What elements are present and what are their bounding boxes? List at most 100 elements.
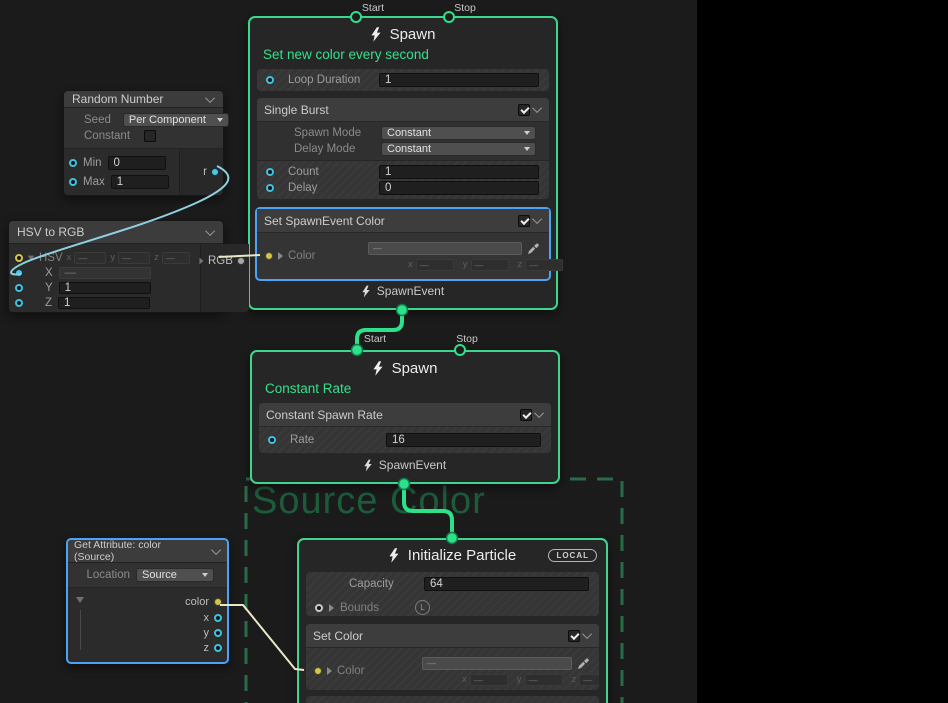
constant-checkbox[interactable]: [144, 130, 156, 142]
node-subtitle: Constant Rate: [252, 379, 558, 399]
constant-spawn-rate-block[interactable]: Constant Spawn Rate Rate 16: [259, 403, 551, 453]
node-title: Initialize Particle: [408, 547, 516, 564]
vfx-graph-canvas[interactable]: Source Color Spawn Set new color every s…: [0, 0, 948, 703]
seed-dropdown[interactable]: Per Component: [123, 113, 229, 127]
lightning-icon: [373, 361, 383, 376]
set-color-block[interactable]: Set Color Color — x— y—: [306, 624, 599, 689]
expand-triangle-icon[interactable]: [199, 258, 203, 264]
chevron-down-icon[interactable]: [211, 545, 221, 555]
single-burst-block[interactable]: Single Burst Spawn Mode Constant Delay M…: [257, 98, 549, 199]
set-spawnevent-color-enabled-checkbox[interactable]: [518, 215, 530, 227]
set-color-input-port[interactable]: [314, 667, 322, 675]
hsv-x-port[interactable]: [15, 269, 23, 277]
expand-triangle-icon[interactable]: [329, 604, 334, 612]
chevron-down-icon[interactable]: [582, 629, 592, 639]
bounds-port[interactable]: [315, 604, 323, 612]
delay-label: Delay: [288, 182, 317, 194]
loop-duration-label: Loop Duration: [288, 74, 360, 86]
x-output-port[interactable]: [214, 614, 222, 622]
capacity-label: Capacity: [349, 578, 394, 590]
expand-triangle-icon[interactable]: [278, 252, 283, 260]
hsv-y-port[interactable]: [15, 284, 23, 292]
loop-duration-field[interactable]: 1: [379, 73, 539, 87]
spawnevent-color-input-port[interactable]: [265, 252, 273, 260]
capacity-field[interactable]: 64: [424, 577, 589, 591]
delay-field[interactable]: 0: [379, 181, 539, 195]
color-output-port[interactable]: [214, 598, 222, 606]
y-output-port[interactable]: [214, 629, 222, 637]
set-color-label: Color: [337, 665, 364, 677]
local-space-badge[interactable]: LOCAL: [548, 549, 597, 562]
count-port[interactable]: [266, 168, 274, 176]
chevron-down-icon[interactable]: [534, 408, 544, 418]
spawn-context-1[interactable]: Spawn Set new color every second Loop Du…: [248, 16, 558, 310]
count-label: Count: [288, 166, 319, 178]
lightning-icon: [371, 27, 381, 42]
min-label: Min: [83, 157, 102, 169]
spawn2-start-label: Start: [364, 333, 386, 345]
link-icon[interactable]: L: [415, 600, 430, 615]
single-burst-enabled-checkbox[interactable]: [518, 104, 530, 116]
chevron-down-icon[interactable]: [205, 93, 215, 103]
color-output-label: color: [185, 596, 209, 608]
min-port[interactable]: [69, 159, 77, 167]
delay-mode-label: Delay Mode: [294, 143, 355, 155]
seed-label: Seed: [84, 114, 111, 126]
chevron-down-icon[interactable]: [532, 214, 542, 224]
delay-mode-dropdown[interactable]: Constant: [381, 142, 536, 156]
delay-port[interactable]: [266, 184, 274, 192]
color-gradient-field[interactable]: —: [368, 242, 522, 255]
edge-attribute-color-to-set-color[interactable]: [220, 605, 304, 670]
collapse-triangle-icon[interactable]: [28, 255, 34, 260]
lightning-icon: [389, 548, 399, 563]
node-title: Spawn: [390, 26, 436, 43]
loop-duration-port[interactable]: [266, 76, 274, 84]
get-attribute-color-node[interactable]: Get Attribute: color (Source) Location S…: [66, 538, 229, 664]
hsv-to-rgb-node[interactable]: HSV to RGB HSV x— y— z— X —: [8, 220, 224, 313]
hsv-to-rgb-title: HSV to RGB: [17, 225, 84, 239]
rgb-output-port[interactable]: [237, 257, 245, 265]
chevron-down-icon[interactable]: [205, 226, 215, 236]
dropdown-arrow-icon: [524, 147, 530, 151]
hsv-z-label: Z: [45, 297, 52, 309]
set-color-enabled-checkbox[interactable]: [568, 630, 580, 642]
random-output-port[interactable]: [211, 168, 219, 176]
z-output-port[interactable]: [214, 644, 222, 652]
location-label: Location: [82, 569, 130, 581]
initialize-particle-context[interactable]: Initialize Particle LOCAL Capacity 64 Bo…: [297, 538, 608, 703]
hsv-y-label: Y: [45, 282, 53, 294]
eyedropper-icon[interactable]: [527, 242, 540, 255]
max-port[interactable]: [69, 178, 77, 186]
set-spawnevent-color-block[interactable]: Set SpawnEvent Color Color — x— y: [255, 207, 551, 281]
color-z-field: —: [525, 259, 563, 271]
random-output-label: r: [203, 166, 207, 178]
bounds-label: Bounds: [340, 602, 379, 614]
spawn-mode-dropdown[interactable]: Constant: [381, 126, 536, 140]
random-number-node[interactable]: Random Number Seed Per Component Constan…: [63, 90, 224, 196]
expand-triangle-icon[interactable]: [327, 667, 332, 675]
hsv-input-port[interactable]: [15, 254, 23, 262]
spawn-mode-label: Spawn Mode: [294, 127, 361, 139]
hsv-y-field[interactable]: 1: [59, 282, 151, 294]
lightning-icon: [364, 459, 372, 472]
constant-spawn-rate-enabled-checkbox[interactable]: [520, 409, 532, 421]
rate-port[interactable]: [268, 436, 276, 444]
group-title-source-color[interactable]: Source Color: [252, 480, 486, 523]
hsv-z-port[interactable]: [15, 299, 23, 307]
hsv-x-label: X: [45, 267, 53, 279]
chevron-down-icon[interactable]: [532, 103, 542, 113]
min-field[interactable]: 0: [108, 156, 166, 170]
max-field[interactable]: 1: [111, 175, 169, 189]
collapse-triangle-icon[interactable]: [76, 597, 84, 603]
spawn1-stop-label: Stop: [454, 2, 476, 14]
hsv-label: HSV: [39, 252, 63, 264]
color-gradient-field[interactable]: —: [422, 657, 572, 670]
eyedropper-icon[interactable]: [577, 657, 590, 670]
dropdown-arrow-icon: [524, 131, 530, 135]
spawn-context-2[interactable]: Spawn Constant Rate Constant Spawn Rate …: [250, 350, 560, 484]
count-field[interactable]: 1: [379, 165, 539, 179]
rate-field[interactable]: 16: [386, 433, 541, 447]
hsv-z-field[interactable]: 1: [58, 297, 150, 309]
lightning-icon: [362, 285, 370, 298]
location-dropdown[interactable]: Source: [136, 568, 214, 582]
